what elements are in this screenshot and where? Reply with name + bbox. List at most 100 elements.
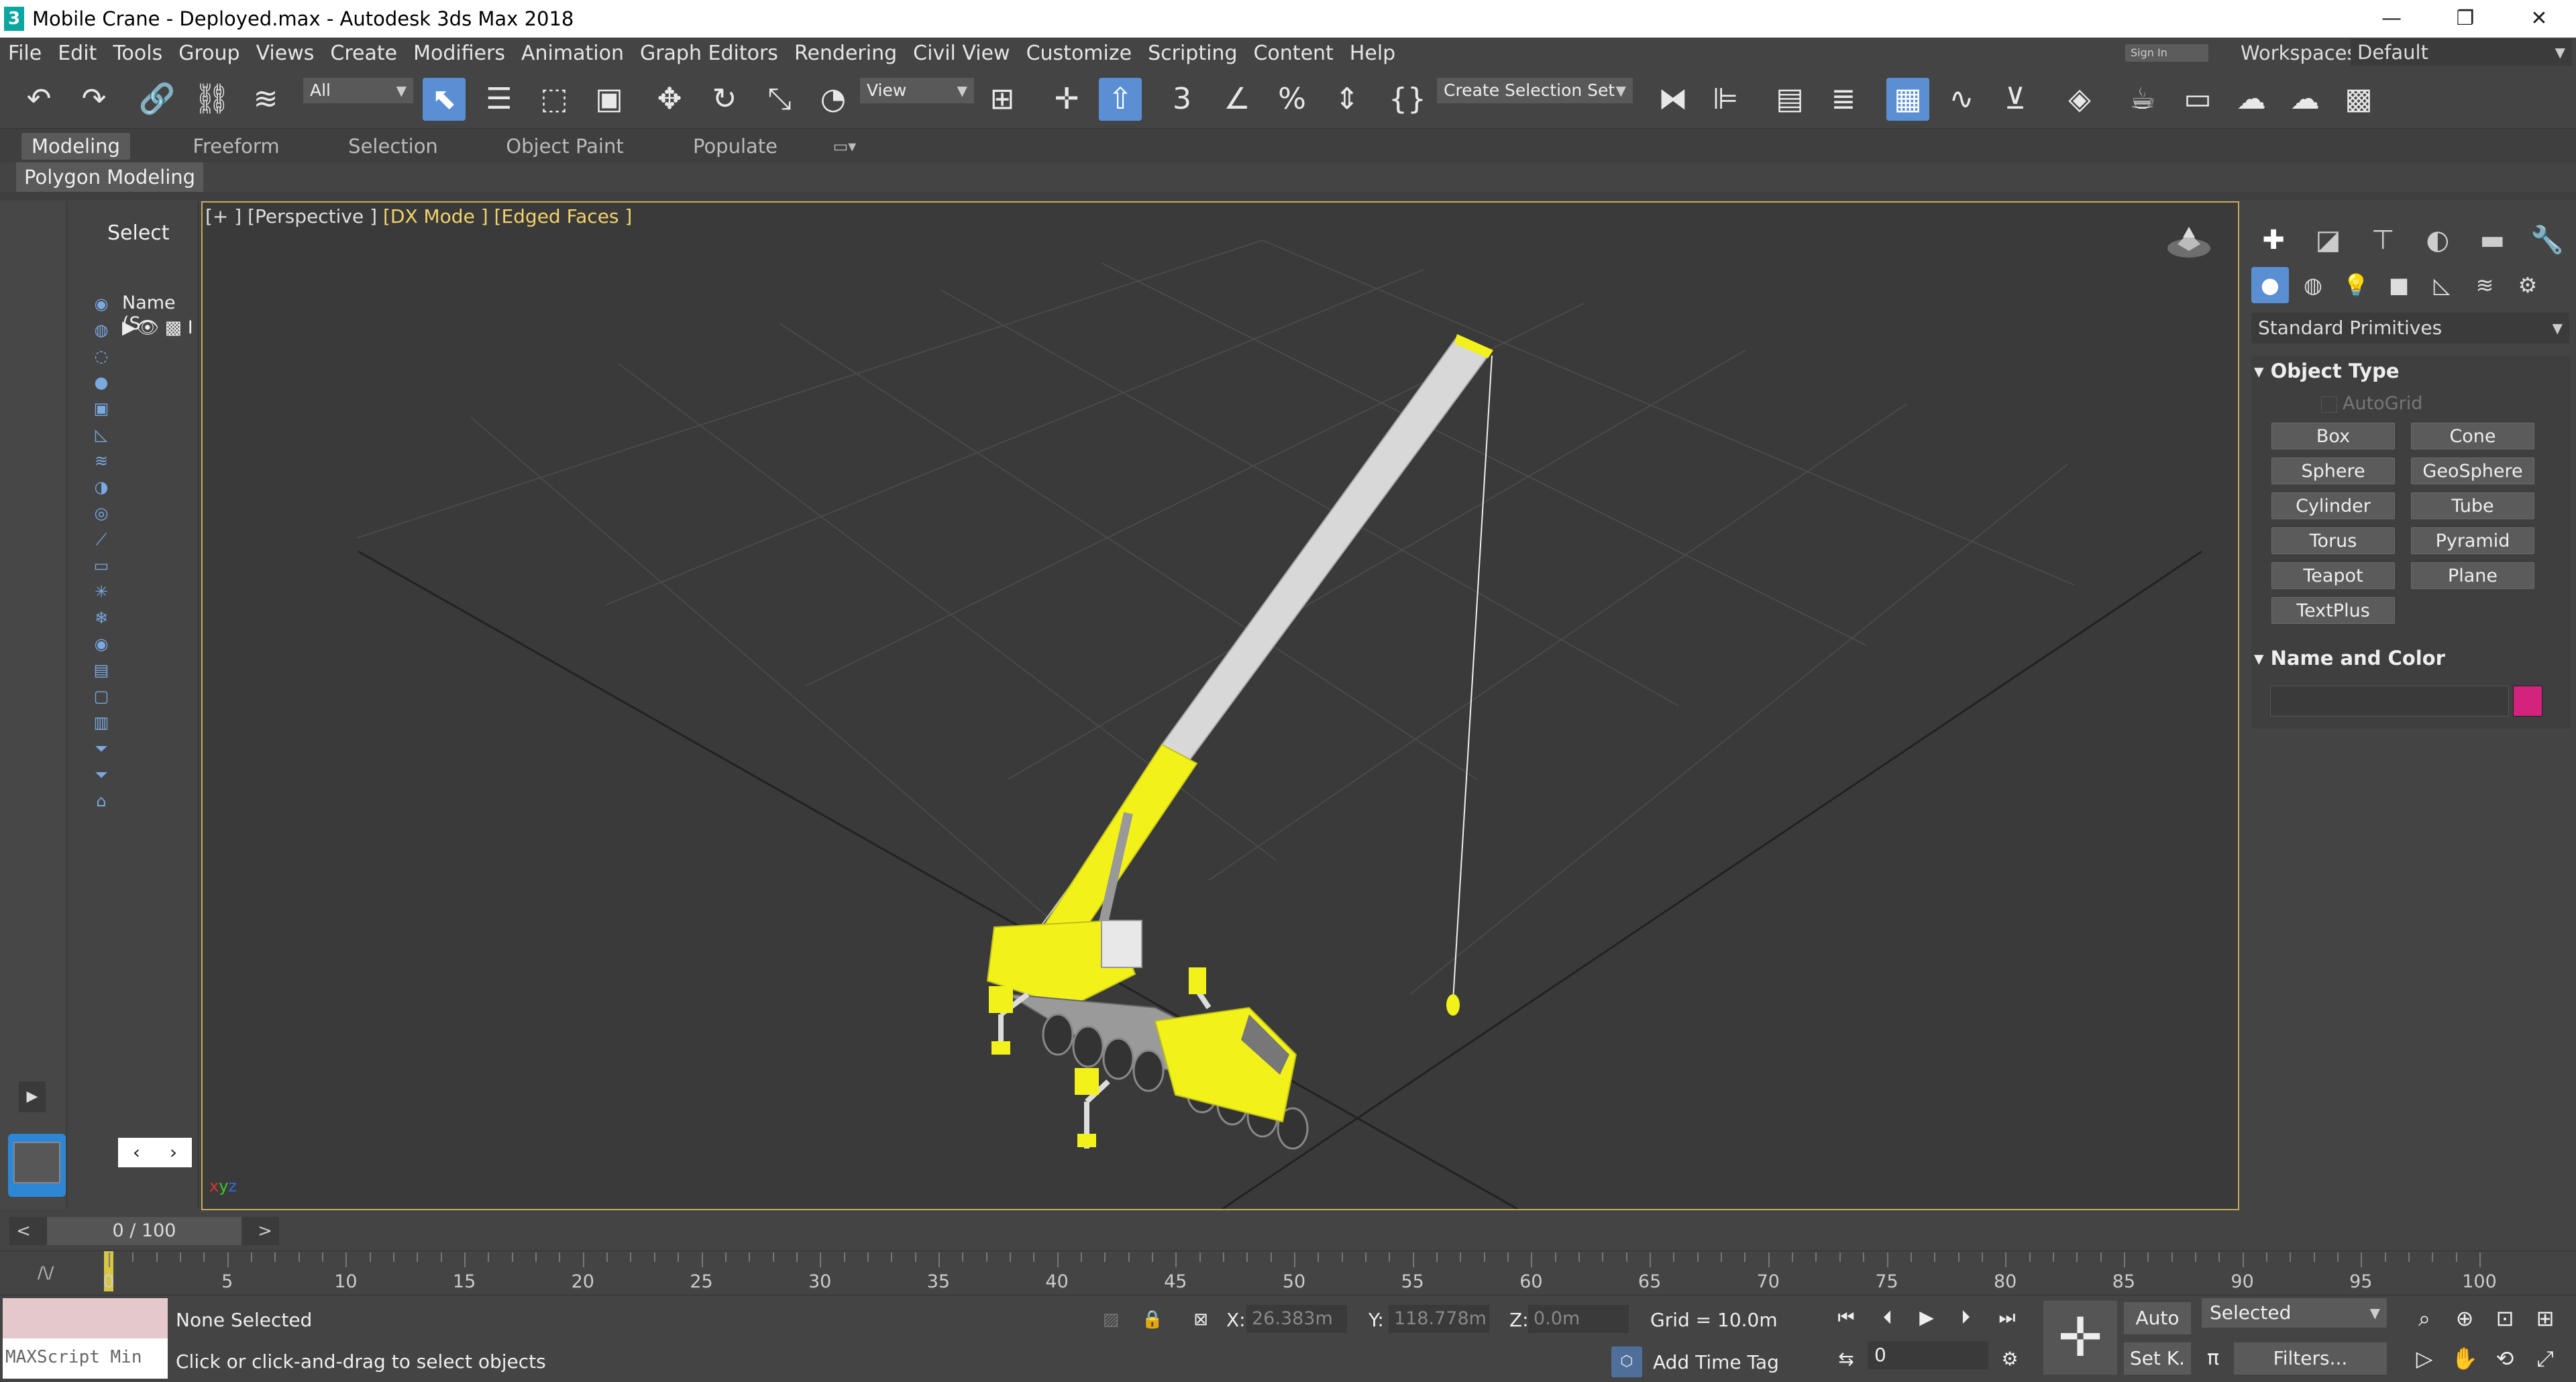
autogrid-check-box[interactable] (2321, 396, 2337, 413)
menu-animation[interactable]: Animation (513, 42, 632, 65)
find-icon[interactable]: ⌂ (91, 791, 111, 811)
absolute-mode-icon[interactable]: ⊠ (1185, 1304, 1217, 1336)
named-selection-dropdown[interactable]: Create Selection Set ▼ (1437, 78, 1633, 103)
window-crossing-icon[interactable]: ▣ (588, 78, 631, 121)
group-filter-icon[interactable]: ◑ (91, 477, 111, 497)
menu-views[interactable]: Views (248, 42, 323, 65)
x-coordinate-field[interactable]: 26.383m (1246, 1305, 1347, 1333)
geometry-category-icon[interactable]: ● (2251, 267, 2289, 303)
key-filters-button[interactable]: Filters... (2234, 1342, 2387, 1375)
auto-key-button[interactable]: Auto (2124, 1302, 2191, 1334)
menu-tools[interactable]: Tools (105, 42, 170, 65)
menu-file[interactable]: File (0, 42, 50, 65)
create-panel-icon[interactable]: ✚ (2253, 220, 2294, 260)
torus-button[interactable]: Torus (2271, 527, 2395, 554)
primitive-category-dropdown[interactable]: Standard Primitives ▼ (2251, 313, 2569, 343)
render-setup-icon[interactable]: ☕ (2121, 78, 2164, 121)
z-coordinate-field[interactable]: 0.0m (1528, 1305, 1629, 1333)
select-invert-icon[interactable]: ▥ (91, 712, 111, 733)
geosphere-button[interactable]: GeoSphere (2411, 458, 2534, 484)
bind-space-warp-icon[interactable]: ≋ (244, 78, 287, 121)
ribbon-options-icon[interactable]: ▭▾ (821, 133, 868, 160)
viewport-layout-button[interactable] (8, 1134, 66, 1197)
perspective-viewport[interactable]: [+ ] [Perspective ] [DX Mode ] [Edged Fa… (201, 201, 2239, 1210)
selection-filter-dropdown[interactable]: All ▼ (303, 78, 413, 103)
schematic-view-icon[interactable]: ⊻ (1994, 78, 2037, 121)
maxscript-mini-listener[interactable]: MAXScript Min (3, 1338, 168, 1379)
spacewarps-category-icon[interactable]: ≋ (2466, 267, 2504, 303)
restore-button[interactable]: ❐ (2428, 0, 2502, 38)
particle-filter-icon[interactable]: ✳ (91, 582, 111, 602)
key-filter-dropdown[interactable]: Selected ▼ (2202, 1298, 2387, 1328)
play-icon[interactable]: ▶ (19, 1081, 46, 1112)
play-animation-icon[interactable]: ▶ (1907, 1301, 1947, 1334)
next-key-icon[interactable]: ⏵ (1945, 1301, 1986, 1334)
object-color-swatch[interactable] (2513, 686, 2542, 716)
helpers-category-icon[interactable]: ◺ (2423, 267, 2461, 303)
default-tangent-icon[interactable]: π (2207, 1346, 2219, 1370)
track-bar[interactable]: /\/ 0 5 10 15 20 25 30 35 40 45 50 55 60 65 70 75 80 85 90… (0, 1251, 2576, 1295)
display-panel-icon[interactable]: ▬ (2471, 220, 2513, 260)
geometry-filter-icon[interactable]: ◍ (91, 320, 111, 340)
close-button[interactable]: ✕ (2502, 0, 2576, 38)
bone-filter-icon[interactable]: ⟋ (91, 529, 111, 549)
field-of-view-icon[interactable]: ▷ (2408, 1342, 2440, 1375)
pyramid-button[interactable]: Pyramid (2411, 527, 2534, 554)
isolate-selection-icon[interactable]: ▨ (1095, 1304, 1127, 1336)
orbit-icon[interactable]: ⟲ (2489, 1342, 2521, 1375)
pan-view-icon[interactable]: ✋ (2449, 1342, 2481, 1375)
sphere-button[interactable]: Sphere (2271, 458, 2395, 484)
percent-snap-icon[interactable]: % (1271, 78, 1313, 121)
redo-icon[interactable]: ↷ (72, 78, 115, 121)
scene-explorer-select-menu[interactable]: Select (107, 221, 170, 245)
filter-toggle-icon[interactable]: ⏷ (91, 739, 111, 759)
filter-icon[interactable]: ⏷ (91, 765, 111, 785)
maximize-viewport-icon[interactable]: ⤢ (2529, 1342, 2561, 1375)
tab-populate[interactable]: Populate (682, 133, 789, 160)
curve-editor-icon[interactable]: ∿ (1940, 78, 1983, 121)
expand-icon[interactable]: ▶ (122, 317, 136, 338)
edit-named-selection-icon[interactable]: {} (1386, 78, 1429, 121)
viewcube-icon[interactable] (2165, 217, 2212, 264)
select-manipulate-icon[interactable]: ✛ (1045, 78, 1088, 121)
spinner-snap-icon[interactable]: ⇕ (1326, 78, 1368, 121)
menu-edit[interactable]: Edit (50, 42, 105, 65)
rendered-frame-window-icon[interactable]: ▭ (2176, 78, 2219, 121)
menu-rendering[interactable]: Rendering (786, 42, 905, 65)
display-all-icon[interactable]: ◉ (91, 294, 111, 314)
polygon-modeling-panel[interactable]: Polygon Modeling (16, 162, 204, 192)
time-configuration-icon[interactable]: ⚙ (1990, 1342, 2030, 1376)
unlink-icon[interactable]: ⛓ (191, 78, 233, 121)
box-button[interactable]: Box (2271, 423, 2395, 449)
zoom-all-icon[interactable]: ⊕ (2449, 1302, 2481, 1334)
menu-modifiers[interactable]: Modifiers (405, 42, 513, 65)
select-none-icon[interactable]: ▢ (91, 686, 111, 706)
cameras-category-icon[interactable]: ■ (2380, 267, 2418, 303)
page-right-icon[interactable]: › (170, 1138, 177, 1167)
maxscript-listener-output[interactable] (3, 1298, 168, 1338)
menu-content[interactable]: Content (1245, 42, 1341, 65)
textplus-button[interactable]: TextPlus (2271, 597, 2395, 624)
selection-lock-icon[interactable]: 🔒 (1136, 1304, 1169, 1336)
tube-button[interactable]: Tube (2411, 492, 2534, 519)
autogrid-checkbox[interactable]: AutoGrid (2321, 393, 2422, 414)
y-coordinate-field[interactable]: 118.778m (1389, 1305, 1489, 1333)
align-icon[interactable]: ⊫ (1704, 78, 1747, 121)
set-key-button[interactable]: Set K. (2124, 1342, 2191, 1375)
rectangular-selection-icon[interactable]: ⬚ (533, 78, 576, 121)
frozen-filter-icon[interactable]: ❄ (91, 608, 111, 628)
move-icon[interactable]: ✥ (648, 78, 691, 121)
angle-snap-icon[interactable]: ∠ (1216, 78, 1258, 121)
page-left-icon[interactable]: ‹ (133, 1138, 140, 1167)
render-in-cloud-icon[interactable]: ☁ (2284, 78, 2326, 121)
mirror-icon[interactable]: ⧓ (1652, 78, 1695, 121)
scene-explorer-root-row[interactable]: ▶👁 ▩ I (122, 317, 193, 338)
keyboard-shortcut-override-icon[interactable]: ⇧ (1099, 78, 1142, 121)
previous-key-icon[interactable]: ⏴ (1868, 1301, 1908, 1334)
hierarchy-panel-icon[interactable]: ⊤ (2362, 220, 2404, 260)
name-color-rollout-title[interactable]: ▾ Name and Color (2254, 647, 2445, 670)
visibility-icon[interactable]: 👁 (136, 317, 159, 338)
menu-group[interactable]: Group (170, 42, 248, 65)
viewport-shading-menu[interactable]: [Edged Faces ] (494, 205, 633, 227)
motion-panel-icon[interactable]: ◐ (2417, 220, 2459, 260)
